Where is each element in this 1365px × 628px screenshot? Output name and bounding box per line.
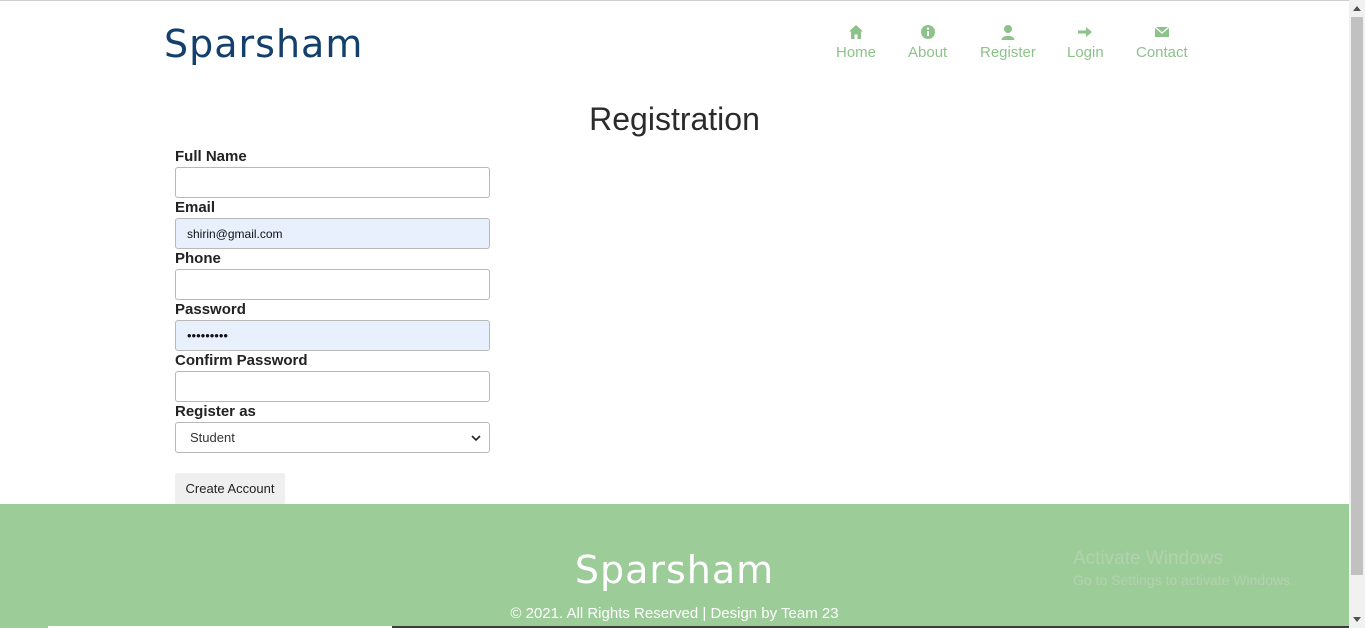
scroll-down-button[interactable] (1349, 612, 1365, 628)
password-input[interactable] (175, 320, 490, 351)
nav-contact[interactable]: Contact (1136, 24, 1188, 62)
vertical-scrollbar[interactable] (1349, 0, 1365, 628)
email-input[interactable] (175, 218, 490, 249)
nav-register-label: Register (980, 44, 1036, 61)
registration-form: Full Name Email Phone Password Confirm P… (175, 147, 490, 453)
password-label: Password (175, 301, 246, 318)
full-name-field: Full Name (175, 147, 490, 198)
phone-input[interactable] (175, 269, 490, 300)
register-as-value: Student (190, 430, 235, 445)
site-logo[interactable]: Sparsham (164, 22, 363, 66)
caret-up-icon (1353, 6, 1361, 11)
phone-label: Phone (175, 250, 221, 267)
full-name-label: Full Name (175, 148, 247, 165)
nav-login-label: Login (1067, 44, 1104, 61)
envelope-icon (1154, 26, 1170, 37)
email-label: Email (175, 199, 216, 216)
activate-windows-watermark: Activate Windows Go to Settings to activ… (1073, 547, 1294, 589)
create-account-button[interactable]: Create Account (175, 473, 285, 504)
nav-about[interactable]: About (908, 24, 947, 62)
page-title: Registration (589, 101, 760, 137)
scrollbar-thumb[interactable] (1351, 17, 1363, 575)
register-as-field: Register as Student (175, 402, 490, 453)
email-field: Email (175, 198, 490, 249)
nav-home-label: Home (836, 44, 877, 61)
home-icon (849, 25, 863, 39)
nav-about-label: About (908, 44, 948, 61)
watermark-subtitle: Go to Settings to activate Windows. (1073, 572, 1294, 588)
top-border (0, 0, 1349, 1)
full-name-input[interactable] (175, 167, 490, 198)
register-as-label: Register as (175, 403, 256, 420)
register-as-select[interactable]: Student (175, 422, 490, 453)
nav-contact-label: Contact (1136, 44, 1188, 61)
nav-register[interactable]: Register (980, 24, 1036, 62)
confirm-password-field: Confirm Password (175, 351, 490, 402)
caret-down-icon (1353, 617, 1361, 622)
watermark-title: Activate Windows (1073, 548, 1223, 569)
nav-login[interactable]: Login (1067, 24, 1104, 62)
user-icon (1001, 25, 1015, 40)
nav-home[interactable]: Home (836, 24, 876, 62)
phone-field: Phone (175, 249, 490, 300)
password-field: Password (175, 300, 490, 351)
info-icon (920, 25, 935, 39)
confirm-password-input[interactable] (175, 371, 490, 402)
confirm-password-label: Confirm Password (175, 352, 308, 369)
footer-copyright: © 2021. All Rights Reserved | Design by … (510, 605, 839, 622)
chevron-down-icon (471, 434, 481, 441)
arrow-right-icon (1078, 27, 1093, 37)
scroll-up-button[interactable] (1349, 0, 1365, 16)
